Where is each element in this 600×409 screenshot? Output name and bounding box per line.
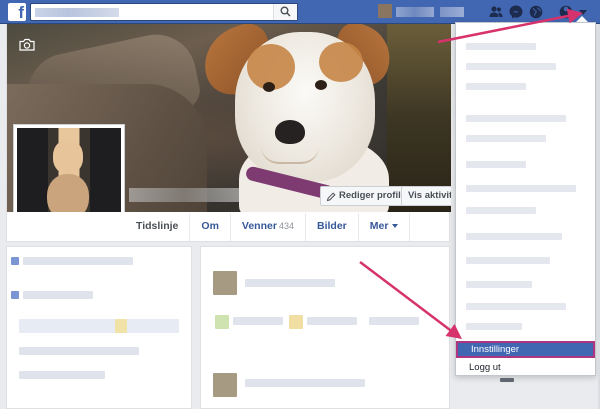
- dog-nose: [275, 120, 305, 144]
- facebook-logo-icon[interactable]: f: [8, 3, 26, 21]
- dog-fur-patch: [319, 42, 363, 82]
- user-name-blurred[interactable]: [396, 7, 434, 17]
- blurred-icon: [289, 315, 303, 329]
- top-navigation-bar: f: [0, 0, 600, 24]
- search-box[interactable]: [30, 3, 298, 21]
- friends-count: 434: [278, 221, 294, 231]
- dog-mouth: [261, 146, 319, 164]
- blurred-menu-item[interactable]: [466, 63, 556, 70]
- tab-about[interactable]: Om: [190, 213, 231, 241]
- blurred-text: [19, 319, 179, 333]
- blurred-menu-item[interactable]: [466, 257, 550, 264]
- tab-photos[interactable]: Bilder: [306, 213, 359, 241]
- user-avatar[interactable]: [378, 4, 392, 18]
- blurred-text: [245, 379, 365, 387]
- blurred-menu-item[interactable]: [466, 303, 566, 310]
- blurred-text: [19, 371, 105, 379]
- blurred-icon: [115, 319, 127, 333]
- blurred-text: [307, 317, 357, 325]
- blurred-menu-item[interactable]: [466, 161, 526, 168]
- blurred-menu-item[interactable]: [466, 323, 522, 330]
- blurred-avatar: [213, 271, 237, 295]
- tab-label: Om: [201, 220, 219, 232]
- tab-friends[interactable]: Venner 434: [231, 213, 306, 241]
- home-link-blurred[interactable]: [440, 7, 464, 17]
- tab-label: Venner: [241, 220, 277, 232]
- blurred-icon: [11, 291, 19, 299]
- cover-photo-background: [387, 24, 451, 212]
- profile-name-blurred: [129, 188, 239, 202]
- camera-icon[interactable]: [19, 38, 35, 54]
- blurred-text: [245, 279, 335, 287]
- blurred-menu-item[interactable]: [466, 207, 536, 214]
- pencil-icon: [326, 191, 336, 209]
- menu-item-logout[interactable]: Logg ut: [456, 359, 595, 376]
- post-column: [200, 246, 450, 409]
- friends-icon[interactable]: [488, 4, 504, 20]
- globe-icon[interactable]: [528, 4, 544, 20]
- tab-label: Tidslinje: [136, 220, 179, 232]
- blurred-icon: [11, 257, 19, 265]
- blurred-menu-item[interactable]: [466, 185, 576, 192]
- blurred-text: [23, 291, 93, 299]
- edit-profile-label: Rediger profil: [339, 190, 401, 201]
- search-query-blurred: [35, 8, 119, 17]
- profile-tabs: Tidslinje Om Venner 434 Bilder Mer: [125, 213, 411, 241]
- profile-picture: [17, 128, 121, 212]
- blurred-icon: [215, 315, 229, 329]
- view-activity-button[interactable]: Vis aktivitet: [401, 186, 451, 206]
- chevron-down-icon: [392, 224, 399, 229]
- dog-eye: [263, 82, 275, 92]
- account-dropdown-menu: Innstillinger Logg ut: [455, 22, 596, 376]
- blurred-avatar: [213, 373, 237, 397]
- blurred-text: [233, 317, 283, 325]
- help-icon[interactable]: [558, 4, 574, 20]
- blurred-menu-item[interactable]: [466, 135, 546, 142]
- menu-item-settings[interactable]: Innstillinger: [456, 341, 595, 358]
- tab-timeline[interactable]: Tidslinje: [125, 213, 191, 241]
- blurred-menu-item[interactable]: [466, 43, 536, 50]
- profile-picture-frame[interactable]: [13, 124, 125, 212]
- blurred-menu-item[interactable]: [466, 115, 566, 122]
- more-icon[interactable]: [500, 378, 514, 382]
- search-button[interactable]: [273, 4, 297, 20]
- tab-more[interactable]: Mer: [359, 213, 411, 241]
- search-icon: [280, 6, 291, 17]
- edit-profile-button[interactable]: Rediger profil: [320, 186, 408, 206]
- view-activity-label: Vis aktivitet: [408, 190, 451, 201]
- blurred-text: [23, 257, 133, 265]
- profile-header: Rediger profil Vis aktivitet Tidslinje O…: [6, 24, 451, 242]
- messenger-icon[interactable]: [508, 4, 524, 20]
- logout-label: Logg ut: [469, 362, 501, 373]
- intro-column: [6, 246, 192, 409]
- blurred-menu-item[interactable]: [466, 83, 526, 90]
- blurred-menu-item[interactable]: [466, 281, 532, 288]
- blurred-text: [19, 347, 139, 355]
- cover-photo[interactable]: Rediger profil Vis aktivitet: [7, 24, 451, 212]
- blurred-text: [369, 317, 419, 325]
- tab-label: Mer: [369, 220, 389, 232]
- settings-label: Innstillinger: [471, 344, 520, 355]
- tab-label: Bilder: [316, 220, 347, 232]
- blurred-menu-item[interactable]: [466, 233, 562, 240]
- dog-eye: [315, 80, 327, 90]
